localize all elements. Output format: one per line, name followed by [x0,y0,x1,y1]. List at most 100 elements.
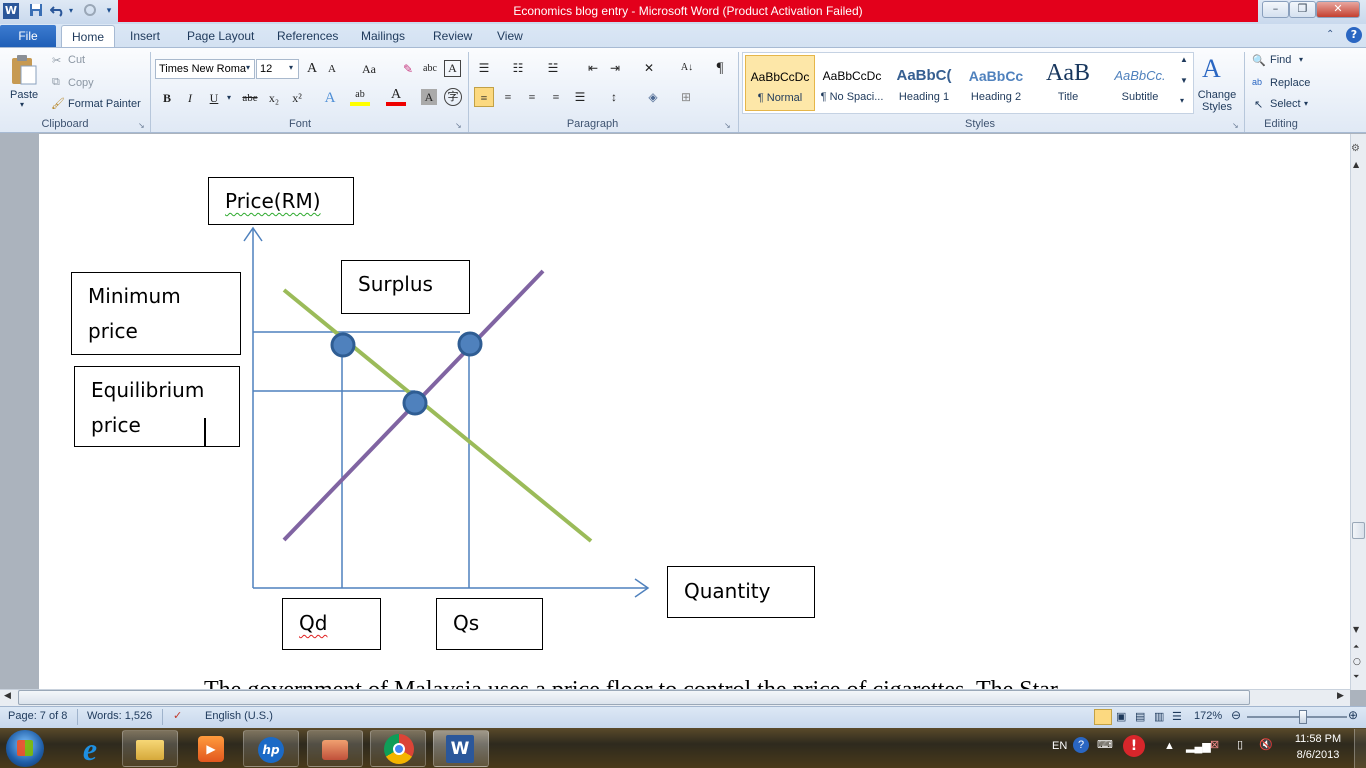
minimize-button[interactable]: – [1262,1,1289,18]
format-painter-icon[interactable]: 🖌 [51,97,65,110]
find-button[interactable]: Find [1270,54,1291,66]
superscript-button[interactable]: x² [287,88,307,108]
save-icon[interactable] [28,3,44,19]
phonetic-guide-icon[interactable]: abc [420,59,440,79]
character-border-icon[interactable]: A [444,60,461,77]
qs-label[interactable]: Qs [436,598,543,650]
vertical-scroll-thumb[interactable] [1352,522,1365,539]
sort-icon[interactable]: A↓ [677,58,697,78]
multilevel-list-icon[interactable]: ☱ [543,58,563,78]
horizontal-scroll-thumb[interactable] [18,690,1250,705]
find-icon[interactable]: 🔍 [1252,54,1266,67]
zoom-out-icon[interactable]: ⊖ [1231,708,1241,722]
change-styles-button[interactable]: Change Styles [1196,89,1238,113]
style-normal[interactable]: AaBbCcDc ¶ Normal [745,55,815,111]
tab-view[interactable]: View [491,25,529,47]
bold-button[interactable]: B [157,88,177,108]
clipboard-launcher-icon[interactable]: ↘ [138,121,145,130]
help-tray-icon[interactable]: ? [1073,737,1089,753]
scroll-left-icon[interactable]: ◀ [4,691,11,701]
paste-dropdown-icon[interactable]: ▾ [20,100,24,109]
highlight-icon[interactable]: ab [350,88,370,106]
language-bar[interactable]: EN [1052,740,1067,752]
equilibrium-price-label[interactable]: Equilibrium price [74,366,240,447]
replace-icon[interactable]: ab [1252,77,1262,87]
security-tray-icon[interactable]: ⊠ [1210,738,1219,751]
ruler-toggle-icon[interactable]: ⚙ [1351,143,1360,154]
battery-tray-icon[interactable]: ▯ [1237,738,1243,751]
paste-icon[interactable] [10,54,38,89]
change-styles-icon[interactable]: A [1202,54,1221,84]
next-page-icon[interactable]: ⏷ [1353,672,1359,682]
borders-icon[interactable]: ⊞ [676,87,696,107]
customize-qat-icon[interactable]: ▾ [104,3,114,19]
font-launcher-icon[interactable]: ↘ [455,121,462,130]
align-center-button[interactable]: ≡ [498,87,518,107]
tab-file[interactable]: File [0,25,56,47]
tab-page-layout[interactable]: Page Layout [181,25,260,47]
media-player-icon[interactable]: ▶ [198,736,224,762]
minimize-ribbon-icon[interactable]: ⌃ [1326,29,1334,40]
clear-formatting-icon[interactable]: ✎ [398,59,418,79]
increase-indent-icon[interactable]: ⇥ [605,58,625,78]
justify-button[interactable]: ≡ [546,87,566,107]
zoom-in-icon[interactable]: ⊕ [1348,708,1358,722]
asian-layout-icon[interactable]: ✕ [639,58,659,78]
redo-icon[interactable] [82,3,98,19]
distributed-button[interactable]: ☰ [570,87,590,107]
style-subtitle[interactable]: AaBbCc. Subtitle [1105,55,1175,111]
style-heading-2[interactable]: AaBbCc Heading 2 [961,55,1031,111]
text-effects-icon[interactable]: A [320,88,340,108]
undo-dropdown-icon[interactable]: ▾ [67,3,75,19]
keyboard-tray-icon[interactable]: ⌨ [1097,738,1113,751]
zoom-slider-track[interactable] [1247,716,1347,718]
format-painter-button[interactable]: Format Painter [68,98,141,110]
line-spacing-icon[interactable]: ↕ [604,87,624,107]
surplus-label[interactable]: Surplus [341,260,470,314]
tab-mailings[interactable]: Mailings [355,25,411,47]
style-no-spacing[interactable]: AaBbCcDc ¶ No Spaci... [817,55,887,111]
select-button[interactable]: Select [1270,98,1301,110]
show-desktop-button[interactable] [1354,729,1366,768]
draft-view-icon[interactable]: ☰ [1172,710,1182,723]
replace-button[interactable]: Replace [1270,77,1310,89]
style-heading-1[interactable]: AaBbC( Heading 1 [889,55,959,111]
show-hide-marks-button[interactable]: ¶ [710,58,730,78]
paragraph-launcher-icon[interactable]: ↘ [724,121,731,130]
scroll-up-icon[interactable]: ▲ [1353,160,1359,169]
web-layout-view-icon[interactable]: ▤ [1135,710,1145,723]
zoom-slider-thumb[interactable] [1299,710,1307,724]
page-count[interactable]: Page: 7 of 8 [8,710,67,722]
align-left-button[interactable]: ≡ [474,87,494,107]
copy-button[interactable]: Copy [68,77,94,89]
underline-dropdown-icon[interactable]: ▾ [227,93,231,102]
font-name-combo[interactable]: Times New Roma [155,59,255,79]
outline-view-icon[interactable]: ▥ [1154,710,1164,723]
word-count[interactable]: Words: 1,526 [87,710,152,722]
styles-scroll-down-icon[interactable]: ▼ [1180,76,1188,85]
tab-insert[interactable]: Insert [124,25,166,47]
maximize-button[interactable]: ❐ [1289,1,1316,18]
proofing-icon[interactable]: ✓ [173,709,182,722]
find-dropdown-icon[interactable]: ▾ [1299,55,1303,64]
styles-more-icon[interactable]: ▾ [1180,96,1184,105]
strikethrough-button[interactable]: abe [238,88,262,108]
cut-button[interactable]: Cut [68,54,85,66]
language-indicator[interactable]: English (U.S.) [205,710,273,722]
numbering-icon[interactable]: ☷ [508,58,528,78]
print-layout-view-icon[interactable] [1094,709,1112,725]
quantity-axis-label[interactable]: Quantity [667,566,815,618]
close-button[interactable]: ✕ [1316,1,1360,18]
select-dropdown-icon[interactable]: ▾ [1304,99,1308,108]
undo-icon[interactable] [49,3,66,19]
show-hidden-icons[interactable]: ▲ [1164,740,1175,752]
word-app-icon[interactable]: W [3,3,19,19]
font-color-button[interactable]: A [386,88,406,106]
decrease-indent-icon[interactable]: ⇤ [583,58,603,78]
select-icon[interactable]: ↖ [1254,98,1263,111]
copy-icon[interactable]: ⧉ [52,76,60,89]
scroll-down-icon[interactable]: ▼ [1353,625,1359,634]
zoom-level[interactable]: 172% [1194,710,1222,722]
qd-label[interactable]: Qd [282,598,381,650]
help-icon[interactable]: ? [1346,27,1362,43]
